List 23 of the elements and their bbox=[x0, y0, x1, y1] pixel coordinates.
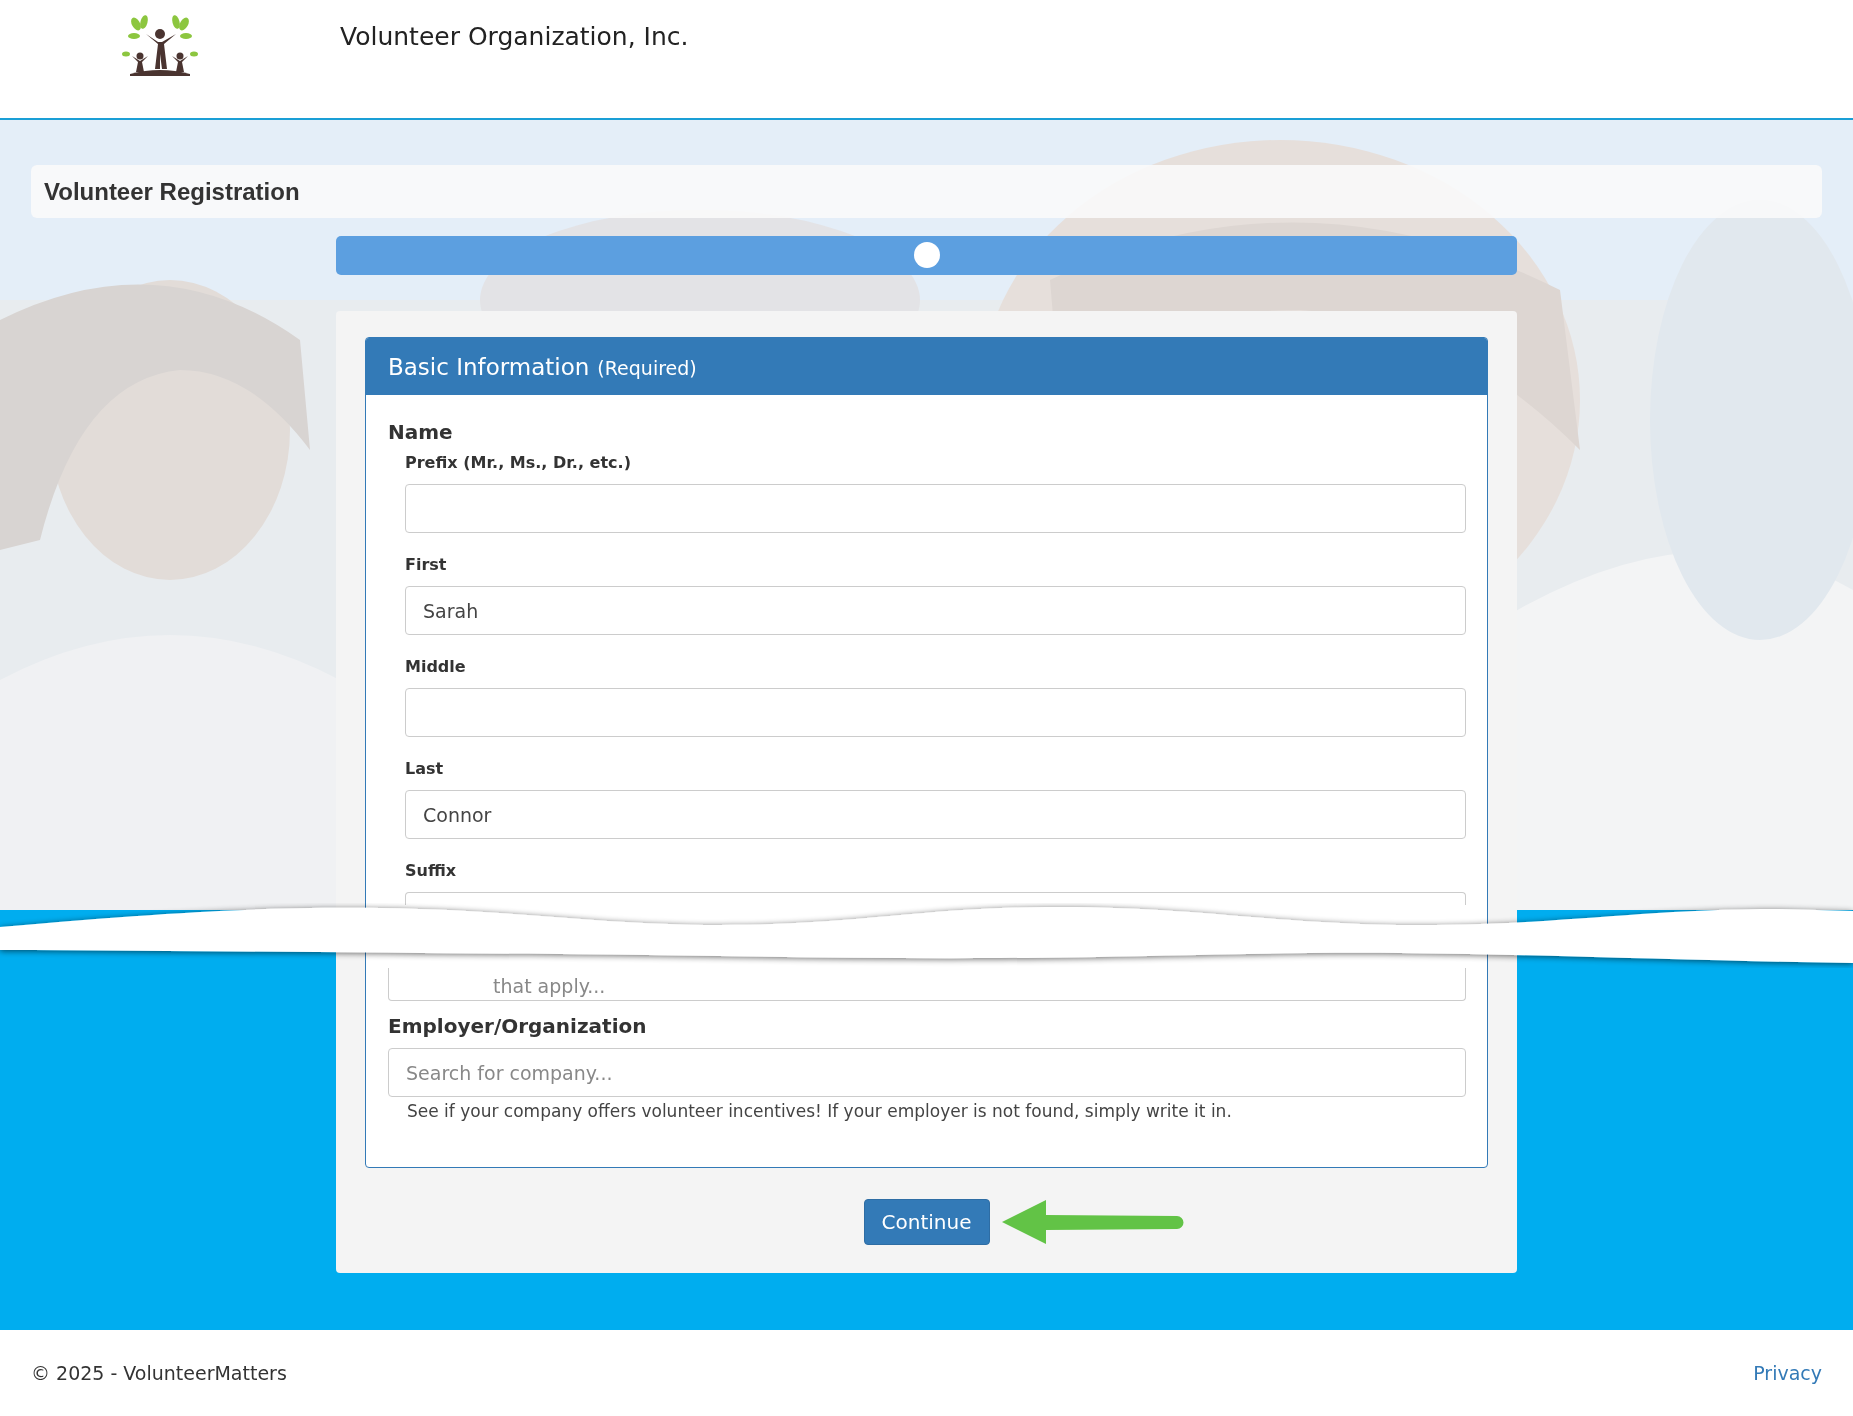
organization-name: Volunteer Organization, Inc. bbox=[340, 22, 689, 51]
search-field[interactable]: Search for company... bbox=[388, 1048, 1466, 1097]
field-label: Middle bbox=[405, 657, 466, 677]
input-field[interactable]: Sarah bbox=[405, 586, 1466, 635]
help-text: See if your company offers volunteer incentives! If your employer is not found, simply write it in. bbox=[407, 1101, 1232, 1121]
field-label: Employer/Organization bbox=[388, 1014, 647, 1038]
field-label: Last bbox=[405, 759, 444, 779]
input-field[interactable] bbox=[405, 484, 1466, 533]
field-label: Prefix (Mr., Ms., Dr., etc.) bbox=[405, 453, 631, 473]
field-label: Suffix bbox=[405, 861, 457, 881]
section-heading: Name bbox=[388, 421, 453, 443]
field-label: First bbox=[405, 555, 447, 575]
panel-title: Basic Information bbox=[388, 353, 590, 380]
logo-icon bbox=[122, 14, 198, 76]
input-field[interactable] bbox=[405, 892, 1466, 905]
input-field[interactable] bbox=[405, 688, 1466, 737]
input-field[interactable]: Connor bbox=[405, 790, 1466, 839]
page-title: Volunteer Registration bbox=[44, 177, 300, 206]
required-note: (Required) bbox=[597, 357, 697, 379]
privacy-link[interactable]: Privacy bbox=[1753, 1362, 1822, 1384]
copyright-text: © 2025 - VolunteerMatters bbox=[31, 1362, 287, 1384]
continue-button[interactable]: Continue bbox=[863, 1199, 990, 1245]
interests-field[interactable]: that apply... bbox=[388, 968, 1466, 1001]
